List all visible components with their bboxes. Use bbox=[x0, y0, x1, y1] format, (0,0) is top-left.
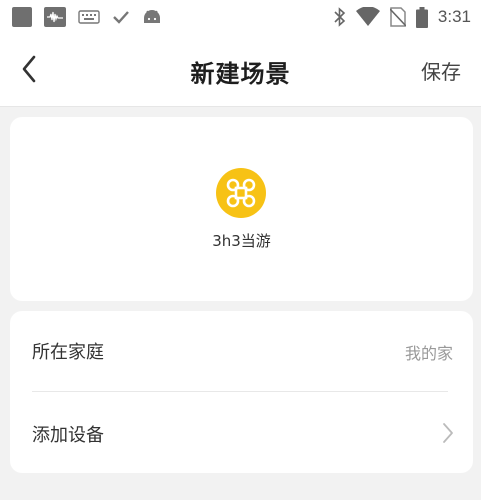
family-label: 所在家庭 bbox=[32, 342, 104, 363]
save-button[interactable]: 保存 bbox=[421, 56, 461, 85]
wifi-icon bbox=[355, 7, 380, 26]
divider bbox=[32, 391, 448, 392]
battery-icon bbox=[415, 6, 428, 28]
scene-name[interactable]: 3h3当游 bbox=[10, 230, 473, 251]
status-bar-right: 3:31 bbox=[334, 5, 471, 29]
voice-recorder-icon bbox=[44, 7, 66, 27]
add-device-row[interactable]: 添加设备 bbox=[10, 393, 473, 473]
header: 新建场景 保存 bbox=[0, 34, 481, 107]
command-icon bbox=[226, 178, 256, 208]
scene-card: 3h3当游 bbox=[10, 117, 473, 301]
scene-icon-button[interactable] bbox=[216, 168, 266, 218]
bluetooth-icon bbox=[334, 7, 346, 27]
settings-card: 所在家庭 我的家 添加设备 bbox=[10, 311, 473, 473]
page-title: 新建场景 bbox=[190, 60, 291, 88]
status-bar: 3:31 bbox=[0, 0, 481, 34]
android-icon bbox=[144, 10, 160, 23]
no-sim-icon bbox=[389, 7, 406, 27]
status-bar-left bbox=[12, 6, 162, 28]
family-row[interactable]: 所在家庭 我的家 bbox=[10, 311, 473, 391]
add-device-label: 添加设备 bbox=[32, 425, 104, 446]
check-icon bbox=[113, 11, 129, 24]
chevron-right-icon bbox=[443, 423, 453, 443]
family-value: 我的家 bbox=[404, 344, 453, 363]
app-square-icon bbox=[12, 7, 32, 27]
status-time: 3:31 bbox=[437, 7, 471, 26]
keyboard-icon bbox=[78, 10, 100, 24]
